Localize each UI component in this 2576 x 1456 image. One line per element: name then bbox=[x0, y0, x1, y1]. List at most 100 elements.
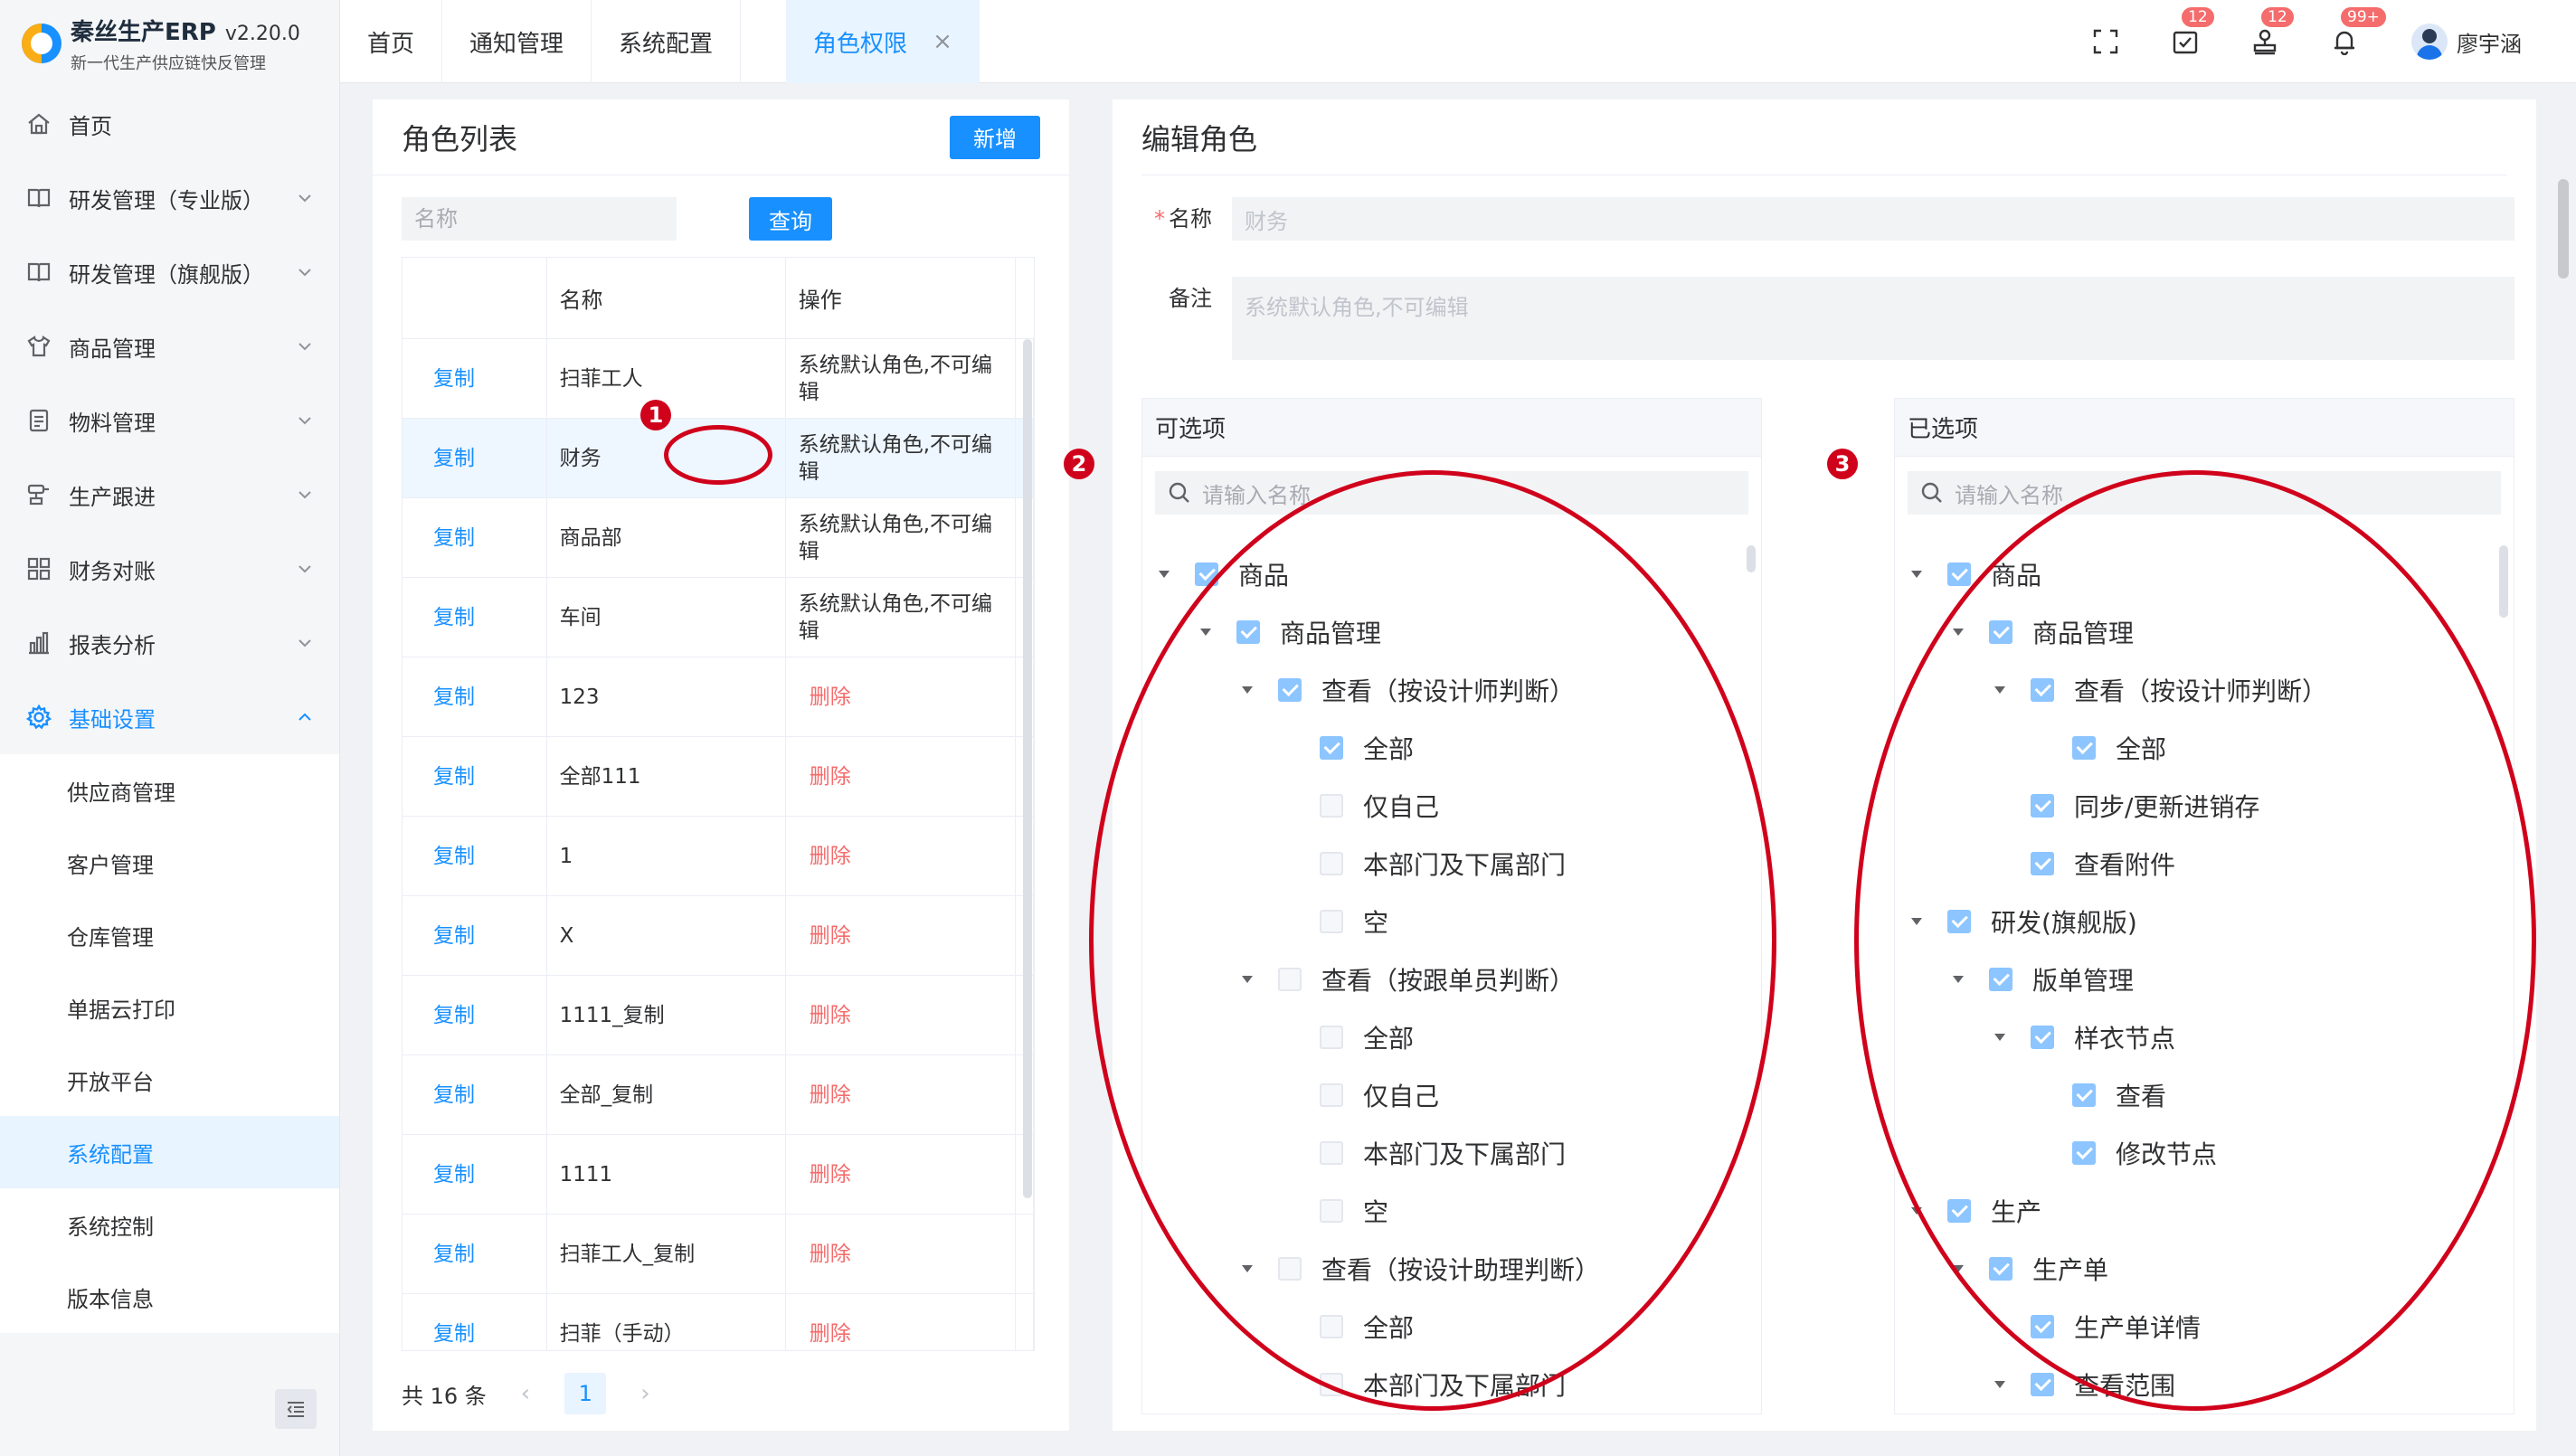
caret-down-icon[interactable] bbox=[1908, 565, 1926, 583]
tree-node[interactable]: 同步/更新进销存 bbox=[1895, 777, 2514, 835]
copy-role-link[interactable]: 复制 bbox=[433, 365, 475, 392]
role-name-search-input[interactable] bbox=[402, 197, 677, 241]
tree-checkbox[interactable] bbox=[1947, 1199, 1971, 1223]
tree-node[interactable]: 查看（按设计助理判断） bbox=[1142, 1240, 1761, 1298]
table-row[interactable]: 复制 1111_复制 删除 bbox=[402, 976, 1034, 1055]
delete-role-link[interactable]: 删除 bbox=[799, 922, 851, 950]
copy-role-link[interactable]: 复制 bbox=[433, 604, 475, 631]
tree-checkbox[interactable] bbox=[2031, 678, 2054, 702]
tree-node[interactable]: 查看附件 bbox=[1895, 835, 2514, 893]
caret-down-icon[interactable] bbox=[1991, 1376, 2009, 1394]
close-icon[interactable]: × bbox=[933, 28, 952, 55]
copy-role-link[interactable]: 复制 bbox=[433, 445, 475, 472]
tree-checkbox[interactable] bbox=[1278, 678, 1302, 702]
table-row[interactable]: 复制 商品部 系统默认角色,不可编辑 bbox=[402, 498, 1034, 578]
caret-down-icon[interactable] bbox=[1949, 1260, 1967, 1278]
tree-node[interactable]: 查看 bbox=[1895, 1066, 2514, 1124]
sidebar-subitem-0[interactable]: 供应商管理 bbox=[0, 754, 339, 827]
tree-node[interactable]: 样衣节点 bbox=[1895, 1008, 2514, 1066]
sidebar-item-0[interactable]: 首页 bbox=[0, 87, 339, 161]
tree-checkbox[interactable] bbox=[1320, 1083, 1343, 1107]
caret-down-icon[interactable] bbox=[1908, 912, 1926, 931]
caret-down-icon[interactable] bbox=[1155, 565, 1173, 583]
table-row[interactable]: 复制 车间 系统默认角色,不可编辑 bbox=[402, 578, 1034, 657]
sidebar-item-2[interactable]: 研发管理（旗舰版） bbox=[0, 235, 339, 309]
available-search-input[interactable]: 请输入名称 bbox=[1155, 471, 1748, 515]
sidebar-item-5[interactable]: 生产跟进 bbox=[0, 458, 339, 532]
tree-node[interactable]: 本部门及下属部门 bbox=[1142, 835, 1761, 893]
table-row[interactable]: 复制 1 删除 bbox=[402, 817, 1034, 896]
sidebar-item-7[interactable]: 报表分析 bbox=[0, 606, 339, 680]
tree-node[interactable]: 商品管理 bbox=[1142, 603, 1761, 661]
delete-role-link[interactable]: 删除 bbox=[799, 843, 851, 870]
table-row[interactable]: 复制 全部_复制 删除 bbox=[402, 1055, 1034, 1135]
tree-node[interactable]: 版单管理 bbox=[1895, 950, 2514, 1008]
tree-node[interactable]: 生产单 bbox=[1895, 1240, 2514, 1298]
sidebar-subitem-5[interactable]: 系统配置 bbox=[0, 1116, 339, 1188]
tree-checkbox[interactable] bbox=[2031, 1373, 2054, 1396]
tree-node[interactable]: 全部 bbox=[1142, 1008, 1761, 1066]
tree-checkbox[interactable] bbox=[1278, 968, 1302, 991]
selected-tree-scrollbar[interactable] bbox=[2499, 545, 2508, 618]
sidebar-subitem-4[interactable]: 开放平台 bbox=[0, 1044, 339, 1116]
tree-checkbox[interactable] bbox=[1947, 910, 1971, 933]
copy-role-link[interactable]: 复制 bbox=[433, 843, 475, 870]
copy-role-link[interactable]: 复制 bbox=[433, 1002, 475, 1029]
copy-role-link[interactable]: 复制 bbox=[433, 922, 475, 950]
sidebar-subitem-2[interactable]: 仓库管理 bbox=[0, 899, 339, 971]
tree-checkbox[interactable] bbox=[2072, 736, 2096, 760]
table-row[interactable]: 复制 财务 系统默认角色,不可编辑 bbox=[402, 419, 1034, 498]
tree-checkbox[interactable] bbox=[2072, 1083, 2096, 1107]
caret-down-icon[interactable] bbox=[1991, 1028, 2009, 1046]
tree-checkbox[interactable] bbox=[2031, 852, 2054, 875]
tab-2[interactable]: 系统配置 bbox=[592, 0, 742, 83]
copy-role-link[interactable]: 复制 bbox=[433, 1161, 475, 1188]
tree-node[interactable]: 商品 bbox=[1142, 545, 1761, 603]
tree-node[interactable]: 仅自己 bbox=[1142, 777, 1761, 835]
caret-down-icon[interactable] bbox=[1238, 681, 1256, 699]
notification-button[interactable]: 99+ bbox=[2325, 5, 2388, 61]
tree-checkbox[interactable] bbox=[1320, 1315, 1343, 1338]
delete-role-link[interactable]: 删除 bbox=[799, 763, 851, 790]
copy-role-link[interactable]: 复制 bbox=[433, 684, 475, 711]
table-row[interactable]: 复制 扫菲工人_复制 删除 bbox=[402, 1215, 1034, 1294]
task-button[interactable]: 12 bbox=[2165, 5, 2216, 61]
prev-page-button[interactable]: ‹ bbox=[521, 1380, 530, 1407]
tree-node[interactable]: 本部门及下属部门 bbox=[1142, 1356, 1761, 1413]
tree-node[interactable]: 查看（按设计师判断） bbox=[1895, 661, 2514, 719]
table-row[interactable]: 复制 扫菲（手动） 删除 bbox=[402, 1294, 1034, 1350]
delete-role-link[interactable]: 删除 bbox=[799, 1002, 851, 1029]
fullscreen-button[interactable] bbox=[2086, 22, 2126, 61]
delete-role-link[interactable]: 删除 bbox=[799, 1082, 851, 1109]
query-button[interactable]: 查询 bbox=[749, 197, 832, 241]
tree-checkbox[interactable] bbox=[2072, 1141, 2096, 1165]
tree-node[interactable]: 商品管理 bbox=[1895, 603, 2514, 661]
copy-role-link[interactable]: 复制 bbox=[433, 1082, 475, 1109]
app-logo[interactable]: 秦丝生产ERP v2.20.0 新一代生产供应链快反管理 bbox=[0, 0, 339, 87]
table-row[interactable]: 复制 扫菲工人 系统默认角色,不可编辑 bbox=[402, 339, 1034, 419]
delete-role-link[interactable]: 删除 bbox=[799, 1161, 851, 1188]
tree-checkbox[interactable] bbox=[1320, 1026, 1343, 1049]
tree-node[interactable]: 全部 bbox=[1895, 719, 2514, 777]
selected-search-input[interactable]: 请输入名称 bbox=[1908, 471, 2501, 515]
tree-checkbox[interactable] bbox=[1320, 1199, 1343, 1223]
sidebar-item-3[interactable]: 商品管理 bbox=[0, 309, 339, 383]
tree-checkbox[interactable] bbox=[1320, 794, 1343, 818]
tree-node[interactable]: 修改节点 bbox=[1895, 1124, 2514, 1182]
page-number-current[interactable]: 1 bbox=[564, 1373, 607, 1414]
caret-down-icon[interactable] bbox=[1197, 623, 1215, 641]
role-name-field[interactable]: 财务 bbox=[1232, 197, 2514, 241]
tree-checkbox[interactable] bbox=[1320, 1141, 1343, 1165]
available-tree-scrollbar[interactable] bbox=[1747, 545, 1756, 572]
copy-role-link[interactable]: 复制 bbox=[433, 525, 475, 552]
tree-checkbox[interactable] bbox=[1320, 1373, 1343, 1396]
tree-node[interactable]: 查看（按跟单员判断） bbox=[1142, 950, 1761, 1008]
tree-node[interactable]: 空 bbox=[1142, 1182, 1761, 1240]
sidebar-item-4[interactable]: 物料管理 bbox=[0, 383, 339, 458]
tree-node[interactable]: 仅自己 bbox=[1142, 1066, 1761, 1124]
sidebar-item-1[interactable]: 研发管理（专业版） bbox=[0, 161, 339, 235]
add-role-button[interactable]: 新增 bbox=[950, 115, 1040, 159]
tree-checkbox[interactable] bbox=[1320, 736, 1343, 760]
tree-node[interactable]: 研发(旗舰版) bbox=[1895, 893, 2514, 950]
delete-role-link[interactable]: 删除 bbox=[799, 684, 851, 711]
